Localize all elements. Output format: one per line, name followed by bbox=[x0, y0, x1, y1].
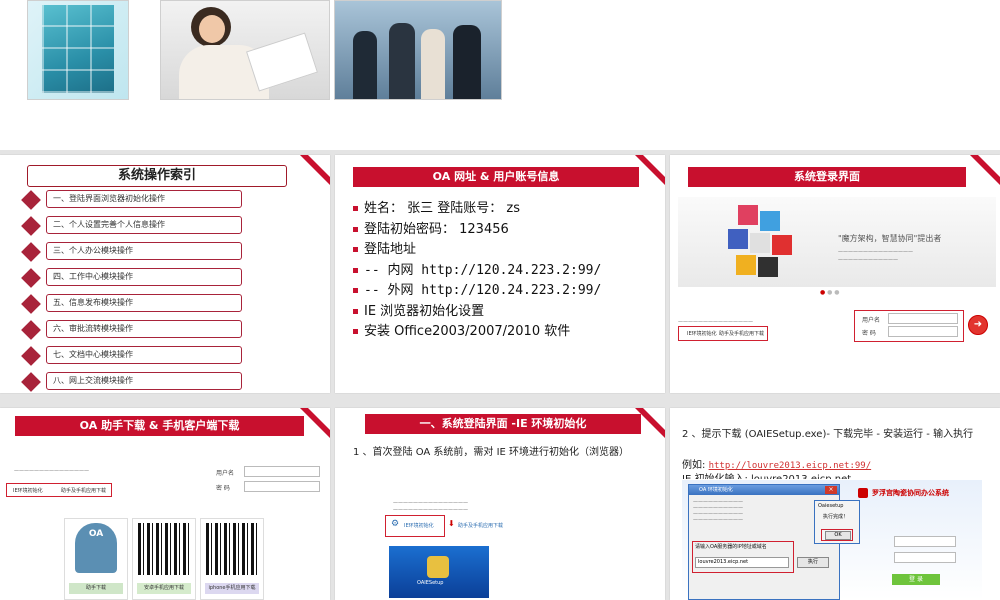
login-banner: "魔方架构，智慧协同"提出者 ——————————————— —————————… bbox=[678, 197, 996, 287]
example-row: 例如: http://louvre2013.eicp.net:99/ bbox=[682, 460, 872, 471]
login-slogan: "魔方架构，智慧协同"提出者 bbox=[838, 234, 942, 243]
username-input[interactable] bbox=[888, 313, 958, 324]
login-button[interactable]: 登 录 bbox=[892, 574, 940, 585]
logo-icon bbox=[858, 488, 868, 498]
mobile-links-box: IE环境初始化 助手及手机应用下载 bbox=[6, 483, 112, 497]
account-title: OA 网址 & 用户账号信息 bbox=[353, 167, 639, 187]
mobile-title: OA 助手下载 & 手机客户端下载 bbox=[15, 416, 304, 436]
iphone-card[interactable]: iphone手机应用下载 bbox=[200, 518, 264, 600]
ie-init-link[interactable]: IE环境初始化 bbox=[687, 330, 717, 337]
login-title: 系统登录界面 bbox=[688, 167, 966, 187]
download-text: 2 、提示下载 (OAIESetup.exe)- 下载完毕 - 安装运行 - 输… bbox=[682, 429, 974, 440]
iphone-download-button[interactable]: iphone手机应用下载 bbox=[205, 583, 259, 594]
username-label: 用户名 bbox=[216, 470, 235, 477]
account-line: IE 浏览器初始化设置 bbox=[353, 302, 601, 323]
assistant-download-button[interactable]: 助手下载 bbox=[69, 583, 123, 594]
slide-system-index: 系统操作索引 一、登陆界面浏览器初始化操作 二、个人设置完善个人信息操作 三、个… bbox=[0, 155, 330, 393]
username-input[interactable] bbox=[894, 536, 956, 547]
oa-login-window: 罗浮宫陶瓷协同办公系统 登 录 OA 环境初始化 × —————————— ——… bbox=[682, 480, 982, 600]
gear-icon: ⚙ bbox=[391, 519, 400, 529]
password-label: 密 码 bbox=[862, 330, 876, 337]
assistant-download-link[interactable]: 助手及手机应用下载 bbox=[719, 330, 764, 337]
slide-login-screen: 系统登录界面 "魔方架构，智慧协同"提出者 ——————————————— ——… bbox=[670, 155, 1000, 393]
assistant-download-link[interactable]: 助手及手机应用下载 bbox=[458, 522, 503, 529]
account-line: 姓名： 张三 登陆账号： zs bbox=[353, 199, 601, 220]
password-label: 密 码 bbox=[216, 485, 230, 492]
desktop-icon-label: OAIESetup bbox=[417, 580, 444, 586]
slide-setup-download: 2 、提示下载 (OAIESetup.exe)- 下载完毕 - 安装运行 - 输… bbox=[670, 408, 1000, 600]
account-line: 登陆地址 bbox=[353, 240, 601, 261]
account-line: 登陆初始密码： 123456 bbox=[353, 220, 601, 241]
server-address-input[interactable]: louvre2013.eicp.net bbox=[695, 557, 789, 568]
index-title: 系统操作索引 bbox=[27, 165, 287, 187]
ieinit-text: 1 、首次登陆 OA 系统前，需对 IE 环境进行初始化（浏览器） bbox=[353, 447, 630, 458]
ieinit-title: 一、系统登陆界面 -IE 环境初始化 bbox=[365, 414, 641, 434]
android-qr-code bbox=[138, 523, 190, 575]
account-line: -- 外网 http://120.24.223.2:99/ bbox=[353, 281, 601, 302]
magic-cube-icon bbox=[728, 205, 798, 281]
slide-account-info: OA 网址 & 用户账号信息 姓名： 张三 登陆账号： zs 登陆初始密码： 1… bbox=[335, 155, 665, 393]
oa-robot-icon: OA bbox=[75, 523, 117, 573]
assistant-card[interactable]: OA 助手下载 bbox=[64, 518, 128, 600]
download-icon: ⬇ bbox=[448, 519, 455, 528]
execute-button[interactable]: 执行 bbox=[797, 557, 829, 568]
login-arrow-button[interactable]: ➜ bbox=[968, 315, 988, 335]
username-label: 用户名 bbox=[862, 317, 881, 324]
popup-title: Oaiesetup bbox=[818, 503, 844, 509]
login-links-box: IE环境初始化 助手及手机应用下载 bbox=[678, 326, 768, 341]
account-line: 安装 Office2003/2007/2010 软件 bbox=[353, 322, 601, 343]
account-line: -- 内网 http://120.24.223.2:99/ bbox=[353, 261, 601, 282]
setup-prompt: 请输入OA服务器的IP地址或域名 bbox=[695, 544, 767, 550]
ie-init-link[interactable]: IE环境初始化 bbox=[13, 487, 43, 494]
account-list: 姓名： 张三 登陆账号： zs 登陆初始密码： 123456 登陆地址 -- 内… bbox=[353, 199, 601, 343]
desktop-screenshot: OAIESetup bbox=[389, 546, 489, 598]
android-card[interactable]: 安卓手机应用下载 bbox=[132, 518, 196, 600]
password-input[interactable] bbox=[244, 481, 320, 492]
assistant-download-link[interactable]: 助手及手机应用下载 bbox=[61, 487, 106, 494]
ok-button[interactable]: OK bbox=[825, 531, 851, 540]
slide-mobile-download: OA 助手下载 & 手机客户端下载 ——————————————— IE环境初始… bbox=[0, 408, 330, 600]
system-banner: 罗浮宫陶瓷协同办公系统 bbox=[872, 489, 949, 497]
cube-photo bbox=[27, 0, 129, 100]
slide-ie-init: 一、系统登陆界面 -IE 环境初始化 1 、首次登陆 OA 系统前，需对 IE … bbox=[335, 408, 665, 600]
result-popup: Oaiesetup 执行完成！ OK bbox=[814, 500, 860, 544]
partial-text: IE 初始化输入: louvre2013.eicp.net bbox=[682, 470, 851, 479]
top-strip bbox=[0, 0, 1000, 150]
close-icon[interactable]: × bbox=[825, 486, 837, 494]
ie-init-link[interactable]: IE环境初始化 bbox=[404, 522, 434, 529]
setup-dialog-titlebar: OA 环境初始化 bbox=[689, 485, 839, 495]
username-input[interactable] bbox=[244, 466, 320, 477]
office-woman-photo bbox=[160, 0, 330, 100]
android-download-button[interactable]: 安卓手机应用下载 bbox=[137, 583, 191, 594]
password-input[interactable] bbox=[894, 552, 956, 563]
popup-message: 执行完成！ bbox=[823, 514, 849, 520]
business-team-photo bbox=[334, 0, 502, 100]
carousel-dots[interactable]: ● ● ● bbox=[820, 289, 840, 296]
iphone-qr-code bbox=[206, 523, 258, 575]
oaiesetup-icon[interactable] bbox=[427, 556, 449, 578]
password-input[interactable] bbox=[888, 326, 958, 337]
